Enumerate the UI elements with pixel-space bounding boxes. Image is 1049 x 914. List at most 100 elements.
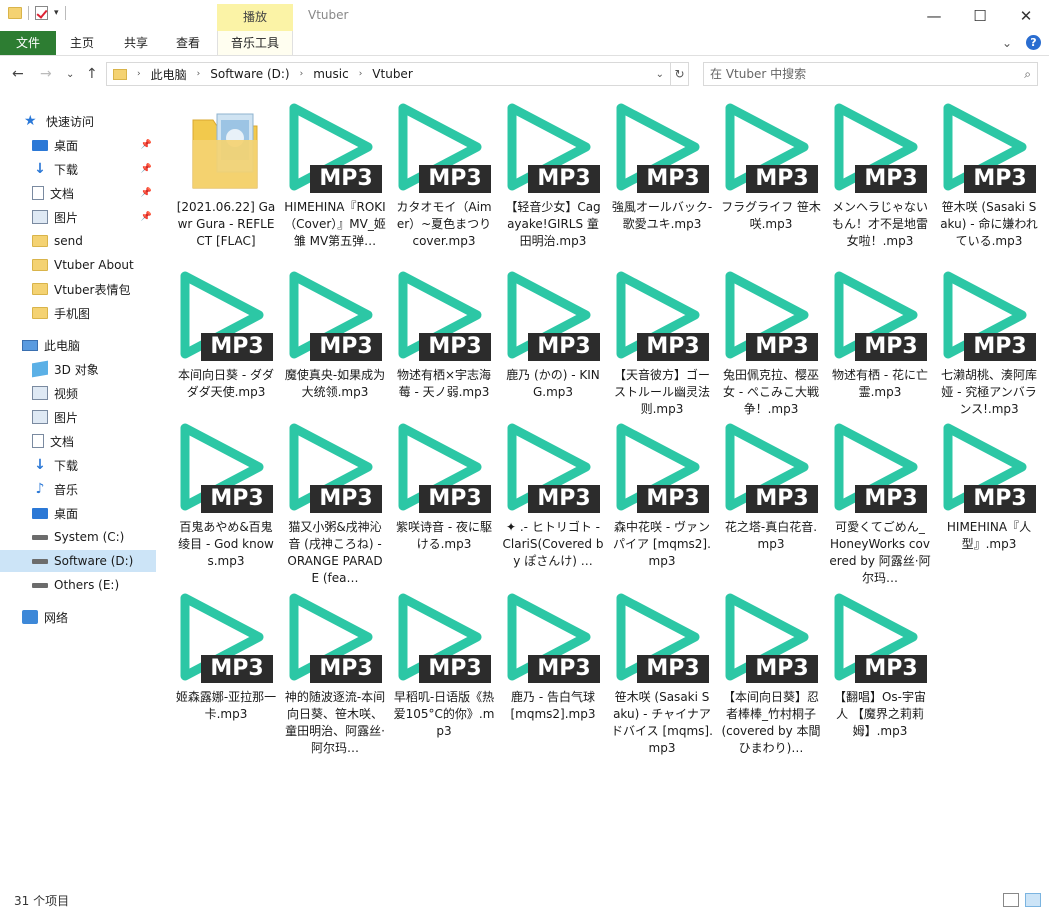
tab-music-tools[interactable]: 音乐工具 (217, 31, 293, 55)
crumb-vtuber[interactable]: Vtuber (372, 67, 412, 81)
file-item[interactable]: MP3 笹木咲 (Sasaki Saku) - チャイナアドバイス [mqms].… (609, 590, 715, 757)
file-item[interactable]: MP3 森中花咲 - ヴァンパイア [mqms2].mp3 (609, 420, 715, 570)
address-row: ← → ⌄ ↑ › 此电脑 › Software (D:) › music › … (0, 60, 1049, 88)
file-name: [2021.06.22] Gawr Gura - REFLECT [FLAC] (176, 200, 276, 248)
file-item[interactable]: MP3 フラグライフ 笹木咲.mp3 (718, 100, 824, 233)
tab-home[interactable]: 主页 (60, 31, 104, 55)
crumb-drive[interactable]: Software (D:) (210, 67, 289, 81)
crumb-music[interactable]: music (313, 67, 348, 81)
mp3-badge: MP3 (419, 655, 491, 683)
sidebar-item[interactable]: ♪ 音乐 (0, 478, 156, 500)
file-item[interactable]: MP3 魔使真央-如果成为大统领.mp3 (282, 268, 388, 401)
mp3-badge: MP3 (201, 333, 273, 361)
context-tab-play[interactable]: 播放 (217, 4, 293, 31)
file-item[interactable]: MP3 可愛くてごめん_ HoneyWorks covered by 阿露丝·阿尔… (827, 420, 933, 587)
close-button[interactable]: ✕ (1003, 0, 1049, 31)
sidebar-item[interactable]: System (C:) (0, 526, 156, 548)
large-icons-view-icon[interactable] (1025, 893, 1041, 907)
file-name: 強風オールバック-歌愛ユキ.mp3 (611, 200, 713, 231)
pin-icon: 📌 (140, 188, 152, 198)
properties-icon[interactable] (35, 6, 48, 20)
sidebar-item[interactable]: Vtuber表情包 (0, 278, 156, 300)
sidebar-item[interactable]: 文档 (0, 430, 156, 452)
expand-ribbon-icon[interactable]: ⌄ (1002, 36, 1012, 50)
address-dropdown-icon[interactable]: ⌄ (656, 69, 664, 80)
mp3-file-icon: MP3 (718, 268, 824, 363)
sidebar-item[interactable]: ↓ 下载 📌 (0, 158, 156, 180)
sidebar-item-label: Vtuber表情包 (54, 282, 131, 297)
up-icon[interactable]: ↑ (86, 66, 98, 82)
sidebar-item[interactable]: send (0, 230, 156, 252)
details-view-icon[interactable] (1003, 893, 1019, 907)
file-item[interactable]: MP3 メンヘラじゃないもん！才不是地雷女啦！.mp3 (827, 100, 933, 250)
file-item[interactable]: MP3 姬森露娜-亚拉那一卡.mp3 (173, 590, 279, 723)
sidebar-item-label: 手机图 (54, 306, 91, 321)
file-item[interactable]: MP3 百鬼あやめ&百鬼绫目 - God knows.mp3 (173, 420, 279, 570)
file-item[interactable]: MP3 【轻音少女】Cagayake!GIRLS 童田明治.mp3 (500, 100, 606, 250)
back-icon[interactable]: ← (12, 66, 24, 82)
file-item[interactable]: MP3 神的随波逐流-本间向日葵、笹木咲、童田明治、阿露丝·阿尔玛… (282, 590, 388, 757)
file-item[interactable]: MP3 七濑胡桃、湊阿库娅 - 究極アンバランス!.mp3 (936, 268, 1042, 418)
sidebar-item[interactable]: 网络 (0, 606, 156, 628)
file-item[interactable]: MP3 強風オールバック-歌愛ユキ.mp3 (609, 100, 715, 233)
file-name: 鹿乃 - 告白气球 [mqms2].mp3 (510, 690, 596, 721)
file-item[interactable]: MP3 花之塔-真白花音.mp3 (718, 420, 824, 553)
sidebar-item[interactable]: 桌面 (0, 502, 156, 524)
mp3-file-icon: MP3 (718, 590, 824, 685)
sidebar-item-label: 快速访问 (46, 114, 95, 129)
tab-view[interactable]: 查看 (166, 31, 210, 55)
file-item[interactable]: MP3 カタオモイ（Aimer）~夏色まつり cover.mp3 (391, 100, 497, 250)
sidebar-item[interactable]: Others (E:) (0, 574, 156, 596)
sidebar-item[interactable]: 视频 (0, 382, 156, 404)
file-item[interactable]: MP3 鹿乃 - 告白气球 [mqms2].mp3 (500, 590, 606, 723)
search-input[interactable]: 在 Vtuber 中搜索 ⌕ (703, 62, 1038, 86)
file-item[interactable]: MP3 本间向日葵 - ダダダダ天使.mp3 (173, 268, 279, 401)
file-item[interactable]: MP3 紫咲诗音 - 夜に駆ける.mp3 (391, 420, 497, 553)
file-item[interactable]: MP3 鹿乃 (かの) - KING.mp3 (500, 268, 606, 401)
folder-item[interactable]: [2021.06.22] Gawr Gura - REFLECT [FLAC] (173, 100, 279, 250)
sidebar-item[interactable]: Software (D:) (0, 550, 156, 572)
file-item[interactable]: MP3 HIMEHINA『人型』.mp3 (936, 420, 1042, 553)
sidebar-item[interactable]: ★ 快速访问 (0, 110, 156, 132)
help-icon[interactable]: ? (1026, 35, 1041, 50)
file-name: フラグライフ 笹木咲.mp3 (721, 200, 821, 231)
maximize-button[interactable]: ☐ (957, 0, 1003, 31)
file-item[interactable]: MP3 【翻唱】Os-宇宙人 【魔界之莉莉姆】.mp3 (827, 590, 933, 740)
sidebar-item[interactable]: Vtuber About (0, 254, 156, 276)
address-bar[interactable]: › 此电脑 › Software (D:) › music › Vtuber ⌄ (106, 62, 671, 86)
sidebar-item[interactable]: 桌面 📌 (0, 134, 156, 156)
file-item[interactable]: MP3 HIMEHINA『ROKI（Cover）』MV_姬雏 MV第五弹… (282, 100, 388, 250)
file-item[interactable]: MP3 ✦ .- ヒトリゴト - ClariS(Covered by ぽさんけ) … (500, 420, 606, 570)
file-item[interactable]: MP3 物述有栖×宇志海莓 - 天ノ弱.mp3 (391, 268, 497, 401)
sidebar-item[interactable]: 文档 📌 (0, 182, 156, 204)
sidebar-item[interactable]: 图片 (0, 406, 156, 428)
recent-locations-icon[interactable]: ⌄ (66, 69, 74, 80)
sidebar-item-label: System (C:) (54, 530, 125, 544)
customize-dropdown-icon[interactable]: ▾ (54, 8, 59, 18)
file-item[interactable]: MP3 早稻叽-日语版《热爱105°C的你》.mp3 (391, 590, 497, 740)
sidebar-item[interactable]: ↓ 下载 (0, 454, 156, 476)
mp3-file-icon: MP3 (500, 100, 606, 195)
file-name: 【天音彼方】ゴーストルール幽灵法则.mp3 (613, 368, 710, 416)
mp3-badge: MP3 (201, 655, 273, 683)
file-item[interactable]: MP3 猫又小粥&戌神沁音 (戌神ころね) - ORANGE PARADE (fe… (282, 420, 388, 587)
file-tab[interactable]: 文件 (0, 31, 56, 55)
crumb-this-pc[interactable]: 此电脑 (151, 66, 187, 83)
minimize-button[interactable]: — (911, 0, 957, 31)
mp3-file-icon: MP3 (936, 420, 1042, 515)
refresh-button[interactable]: ↻ (671, 62, 689, 86)
sidebar-item[interactable]: 3D 对象 (0, 358, 156, 380)
drive-icon (32, 534, 48, 540)
file-item[interactable]: MP3 物述有栖 - 花に亡霊.mp3 (827, 268, 933, 401)
sidebar-item[interactable]: 手机图 (0, 302, 156, 324)
file-item[interactable]: MP3 兔田佩克拉、樱巫女 - ぺこみこ大戦争！.mp3 (718, 268, 824, 418)
file-item[interactable]: MP3 【本间向日葵】忍者棒棒_竹村桐子 (covered by 本間ひまわり)… (718, 590, 824, 757)
forward-icon[interactable]: → (40, 66, 52, 82)
mp3-file-icon: MP3 (609, 268, 715, 363)
tab-share[interactable]: 共享 (114, 31, 158, 55)
file-item[interactable]: MP3 笹木咲 (Sasaki Saku) - 命に嫌われている.mp3 (936, 100, 1042, 250)
sidebar-item[interactable]: 此电脑 (0, 334, 156, 356)
file-item[interactable]: MP3 【天音彼方】ゴーストルール幽灵法则.mp3 (609, 268, 715, 418)
sidebar-item[interactable]: 图片 📌 (0, 206, 156, 228)
mp3-badge: MP3 (746, 165, 818, 193)
